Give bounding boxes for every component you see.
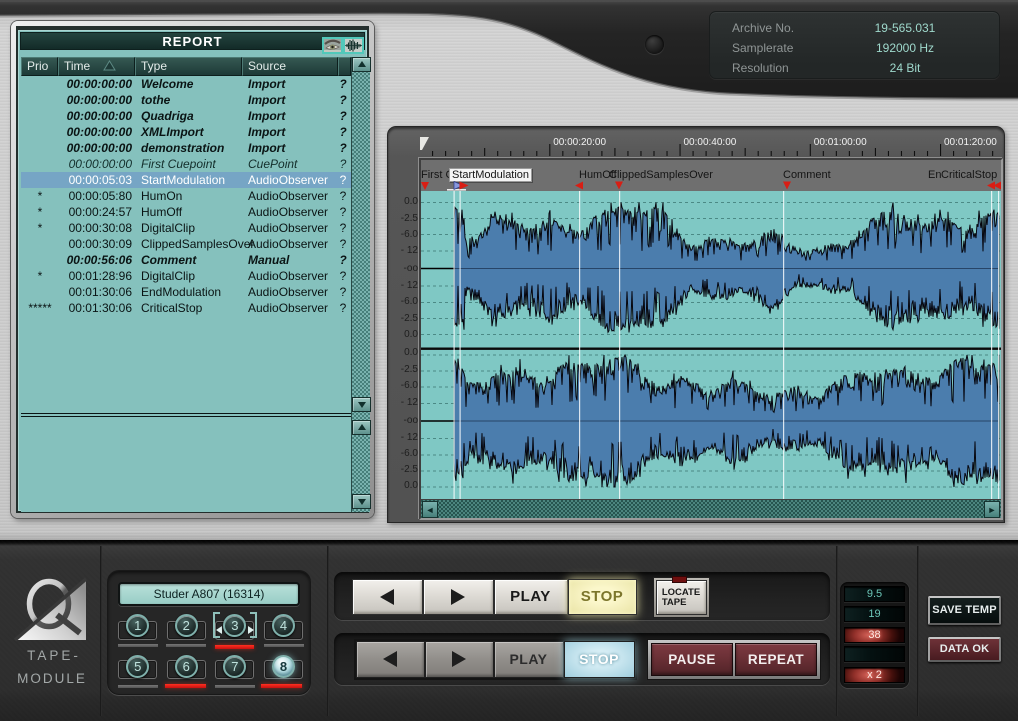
svg-text:00:00:20:00: 00:00:20:00	[553, 137, 606, 148]
svg-text:00:01:20:00: 00:01:20:00	[944, 137, 997, 148]
svg-text:00:01:00:00: 00:01:00:00	[814, 137, 867, 148]
svg-text:00:00:40:00: 00:00:40:00	[684, 137, 737, 148]
